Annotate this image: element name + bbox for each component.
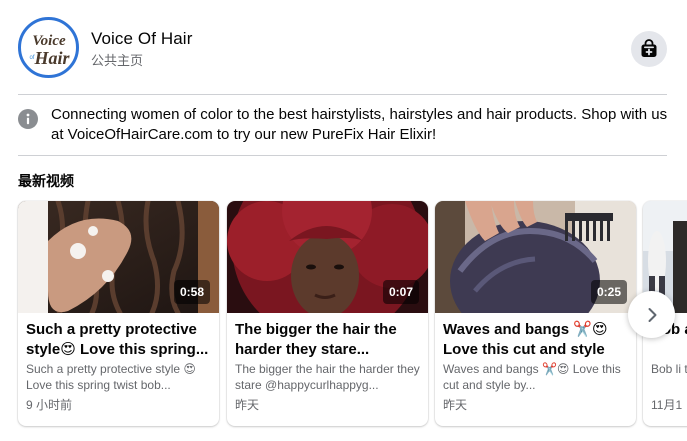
video-duration: 0:07 xyxy=(382,280,419,304)
video-description: The bigger the hair the harder they star… xyxy=(235,362,420,392)
voice-of-hair-logo: Voice of Hair xyxy=(29,33,70,68)
svg-text:Hair: Hair xyxy=(33,48,70,68)
svg-text:Voice: Voice xyxy=(32,33,66,49)
about-text: Connecting women of color to the best ha… xyxy=(51,106,668,143)
page-preview-card: Voice of Hair Voice Of Hair 公共主页 Connect… xyxy=(0,0,687,441)
video-duration: 0:25 xyxy=(590,280,627,304)
video-card[interactable]: 0:25 Waves and bangs ✂️😍 Love this cut a… xyxy=(435,201,636,426)
divider xyxy=(18,94,667,95)
video-timestamp[interactable]: 11月1 xyxy=(651,396,682,413)
video-timestamp[interactable]: 昨天 xyxy=(235,396,259,413)
shop-button[interactable] xyxy=(631,31,667,67)
video-description: Such a pretty protective style 😍 Love th… xyxy=(26,362,196,392)
video-timestamp[interactable]: 9 小时前 xyxy=(26,396,72,413)
video-duration: 0:58 xyxy=(173,280,210,304)
carousel-next-button[interactable] xyxy=(628,291,675,338)
page-avatar[interactable]: Voice of Hair xyxy=(18,17,79,78)
video-title[interactable]: The bigger the hair the harder they star… xyxy=(235,320,421,360)
chevron-right-icon xyxy=(648,307,656,322)
shop-bag-add-icon xyxy=(641,39,657,57)
video-card[interactable]: 0:58 Such a pretty protective style😍 Lov… xyxy=(18,201,219,426)
video-title[interactable]: Waves and bangs ✂️😍 Love this cut and st… xyxy=(443,320,629,360)
video-description: Waves and bangs ✂️😍 Love this cut and st… xyxy=(443,362,621,392)
divider xyxy=(18,155,667,156)
video-title[interactable]: Such a pretty protective style😍 Love thi… xyxy=(26,320,212,360)
page-title[interactable]: Voice Of Hair xyxy=(91,29,192,49)
page-category: 公共主页 xyxy=(91,53,144,68)
video-card[interactable]: 0:07 The bigger the hair the harder they… xyxy=(227,201,428,426)
info-icon xyxy=(18,109,38,129)
video-timestamp[interactable]: 昨天 xyxy=(443,396,467,413)
section-title-latest-videos: 最新视频 xyxy=(18,173,74,189)
video-description: Bob li they xyxy=(651,362,687,376)
